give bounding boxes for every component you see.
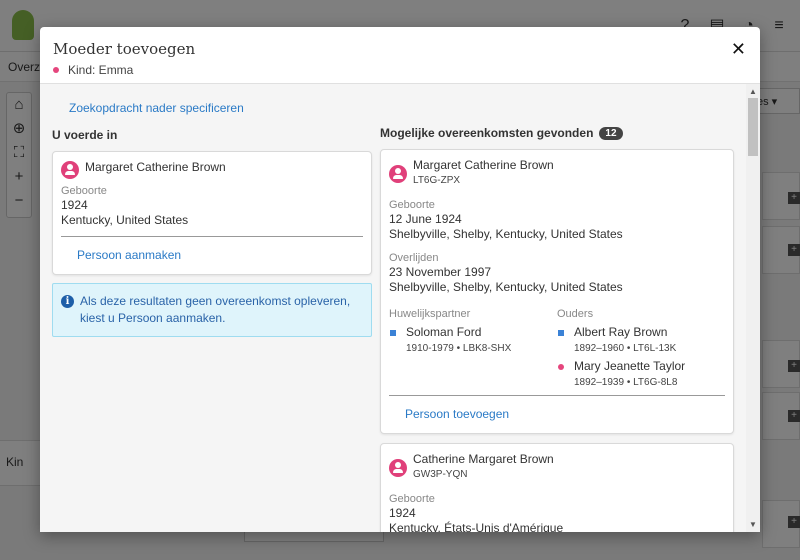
matches-heading-label: Mogelijke overeenkomsten gevonden	[380, 126, 594, 140]
relationships: Huwelijkspartner Soloman Ford 1910-1979 …	[389, 307, 725, 389]
spouse-label: Huwelijkspartner	[389, 308, 471, 320]
male-marker-icon	[390, 330, 396, 336]
close-button[interactable]: ✕	[731, 40, 746, 58]
mother-name: Mary Jeanette Taylor	[574, 359, 686, 373]
parents-column: Ouders Albert Ray Brown 1892–1960 • LT6L…	[557, 307, 725, 389]
dialog-scrollbar[interactable]: ▲ ▼	[746, 84, 760, 532]
female-person-icon	[389, 165, 407, 183]
match-card: Margaret Catherine Brown LT6G-ZPX Geboor…	[380, 149, 734, 434]
father-meta: 1892–1960 • LT6L-13K	[574, 343, 677, 354]
birth-place: Kentucky, États-Unis d'Amérique	[389, 521, 564, 532]
match-person-row[interactable]: Margaret Catherine Brown LT6G-ZPX	[389, 158, 725, 186]
spouse-entry: Soloman Ford 1910-1979 • LBK8-SHX	[389, 325, 557, 355]
birth-place: Shelbyville, Shelby, Kentucky, United St…	[389, 227, 623, 241]
birth-date: 12 June 1924	[389, 212, 462, 226]
scroll-up-icon[interactable]: ▲	[749, 87, 757, 96]
death-place: Shelbyville, Shelby, Kentucky, United St…	[389, 280, 623, 294]
match-name[interactable]: Margaret Catherine Brown	[413, 158, 554, 173]
birth-label: Geboorte	[389, 199, 435, 211]
female-dot-icon	[53, 67, 59, 73]
father-entry: Albert Ray Brown 1892–1960 • LT6L-13K	[557, 325, 725, 355]
add-person-link[interactable]: Persoon toevoegen	[389, 396, 725, 425]
matches-count-badge: 12	[599, 126, 623, 140]
dialog-header: Moeder toevoegen Kind: Emma ✕	[40, 27, 760, 84]
match-name[interactable]: Catherine Margaret Brown	[413, 452, 554, 467]
birth-date: 1924	[389, 506, 416, 520]
birth-date: 1924	[61, 198, 88, 212]
birth-label: Geboorte	[61, 185, 107, 197]
entered-person-row: Margaret Catherine Brown	[61, 160, 363, 179]
entered-column: U voerde in Margaret Catherine Brown Geb…	[52, 126, 372, 337]
scroll-thumb[interactable]	[748, 98, 758, 156]
mother-entry: Mary Jeanette Taylor 1892–1939 • LT6G-8L…	[557, 359, 725, 389]
match-card: Catherine Margaret Brown GW3P-YQN Geboor…	[380, 443, 734, 532]
add-mother-dialog: Moeder toevoegen Kind: Emma ✕ Zoekopdrac…	[40, 27, 760, 532]
dialog-body: Zoekopdracht nader specificeren U voerde…	[40, 84, 760, 532]
entered-heading: U voerde in	[52, 128, 118, 142]
male-marker-icon	[558, 330, 564, 336]
dialog-subtitle: Kind: Emma	[53, 63, 747, 77]
refine-search-link[interactable]: Zoekopdracht nader specificeren	[69, 101, 244, 115]
death-label: Overlijden	[389, 252, 439, 264]
entered-person-card: Margaret Catherine Brown Geboorte 1924 K…	[52, 151, 372, 275]
birth-place: Kentucky, United States	[61, 213, 189, 227]
child-name: Kind: Emma	[68, 63, 134, 77]
match-pid: GW3P-YQN	[413, 469, 468, 480]
info-text: Als deze resultaten geen overeenkomst op…	[80, 294, 351, 325]
female-marker-icon	[558, 364, 564, 370]
create-person-link[interactable]: Persoon aanmaken	[61, 237, 363, 266]
scroll-down-icon[interactable]: ▼	[749, 520, 757, 529]
father-name: Albert Ray Brown	[574, 325, 668, 339]
info-alert: i Als deze resultaten geen overeenkomst …	[52, 283, 372, 337]
spouse-name: Soloman Ford	[406, 325, 482, 339]
parents-label: Ouders	[557, 308, 594, 320]
matches-column: Mogelijke overeenkomsten gevonden 12 Mar…	[380, 124, 734, 532]
match-pid: LT6G-ZPX	[413, 175, 461, 186]
spouse-meta: 1910-1979 • LBK8-SHX	[406, 343, 512, 354]
female-person-icon	[389, 459, 407, 477]
female-person-icon	[61, 161, 79, 179]
birth-label: Geboorte	[389, 493, 435, 505]
death-date: 23 November 1997	[389, 265, 492, 279]
mother-meta: 1892–1939 • LT6G-8L8	[574, 377, 678, 388]
dialog-title: Moeder toevoegen	[53, 40, 196, 58]
match-person-row[interactable]: Catherine Margaret Brown GW3P-YQN	[389, 452, 725, 480]
info-icon: i	[61, 295, 74, 308]
spouse-column: Huwelijkspartner Soloman Ford 1910-1979 …	[389, 307, 557, 389]
entered-person-name: Margaret Catherine Brown	[85, 160, 226, 174]
matches-heading: Mogelijke overeenkomsten gevonden 12	[380, 124, 734, 142]
